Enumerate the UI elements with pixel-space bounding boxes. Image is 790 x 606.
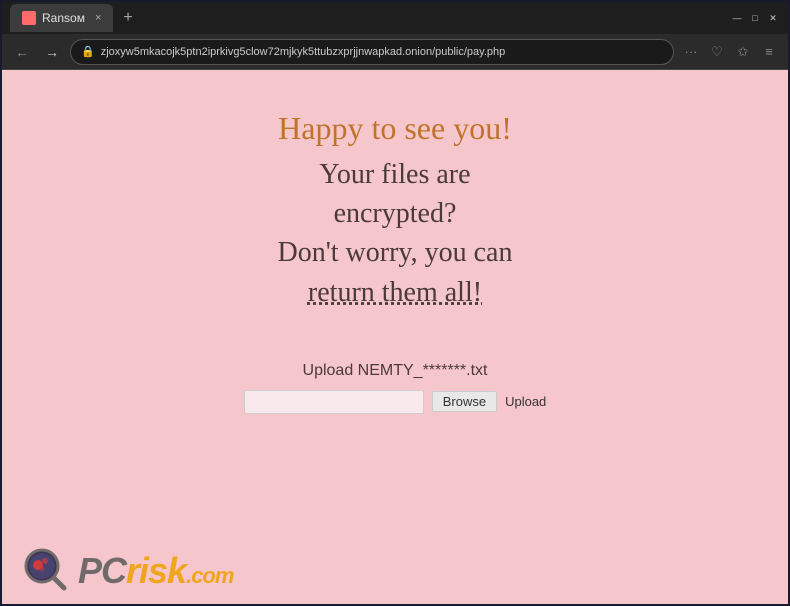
- window-controls: — □ ✕: [730, 11, 780, 25]
- headline: Happy to see you!: [278, 110, 513, 147]
- brand-risk: risk: [126, 550, 186, 591]
- line2: encrypted?: [334, 198, 457, 229]
- back-button[interactable]: ←: [10, 40, 34, 64]
- maximize-button[interactable]: □: [748, 11, 762, 25]
- favorites-icon[interactable]: ♡: [706, 41, 728, 63]
- settings-menu-button[interactable]: ≡: [758, 41, 780, 63]
- line4: return them all!: [308, 277, 482, 308]
- nav-right-icons: ··· ♡ ✩ ≡: [680, 41, 780, 63]
- nav-bar: ← → 🔒 zjoxyw5mkacojk5ptn2iprkivg5clow72m…: [2, 34, 788, 70]
- lock-icon: 🔒: [81, 45, 95, 58]
- tab-bar: Ransом × +: [10, 4, 726, 32]
- forward-button[interactable]: →: [40, 40, 64, 64]
- watermark-text: PCrisk.com: [78, 550, 233, 592]
- tab-title: Ransом: [42, 11, 85, 25]
- watermark: PCrisk.com: [22, 546, 233, 596]
- line1: Your files are: [319, 159, 470, 190]
- collections-icon[interactable]: ✩: [732, 41, 754, 63]
- new-tab-button[interactable]: +: [119, 9, 136, 27]
- title-bar: Ransом × + — □ ✕: [2, 2, 788, 34]
- upload-controls: Browse Upload: [244, 390, 547, 414]
- brand-pc: PC: [78, 550, 126, 591]
- brand-tld: .com: [186, 563, 233, 588]
- active-tab[interactable]: Ransом ×: [10, 4, 113, 32]
- body-text: Your files are encrypted? Don't worry, y…: [278, 155, 513, 312]
- pcrisk-logo-icon: [22, 546, 72, 596]
- minimize-button[interactable]: —: [730, 11, 744, 25]
- web-content: Happy to see you! Your files are encrypt…: [2, 70, 788, 604]
- browser-window: Ransом × + — □ ✕ ← → 🔒 zjoxyw5mkacojk5pt…: [0, 0, 790, 606]
- upload-section: Upload NEMTY_*******.txt Browse Upload: [244, 362, 547, 414]
- main-text-block: Happy to see you! Your files are encrypt…: [278, 110, 513, 312]
- browse-button[interactable]: Browse: [432, 391, 497, 412]
- line3: Don't worry, you can: [278, 237, 513, 268]
- upload-label: Upload NEMTY_*******.txt: [244, 362, 547, 380]
- close-window-button[interactable]: ✕: [766, 11, 780, 25]
- tab-close-button[interactable]: ×: [95, 13, 101, 24]
- url-text: zjoxyw5mkacojk5ptn2iprkivg5clow72mjkyk5t…: [101, 46, 506, 58]
- file-input[interactable]: [244, 390, 424, 414]
- address-bar[interactable]: 🔒 zjoxyw5mkacojk5ptn2iprkivg5clow72mjkyk…: [70, 39, 674, 65]
- upload-button[interactable]: Upload: [505, 394, 546, 409]
- more-button[interactable]: ···: [680, 41, 702, 63]
- tab-favicon: [22, 11, 36, 25]
